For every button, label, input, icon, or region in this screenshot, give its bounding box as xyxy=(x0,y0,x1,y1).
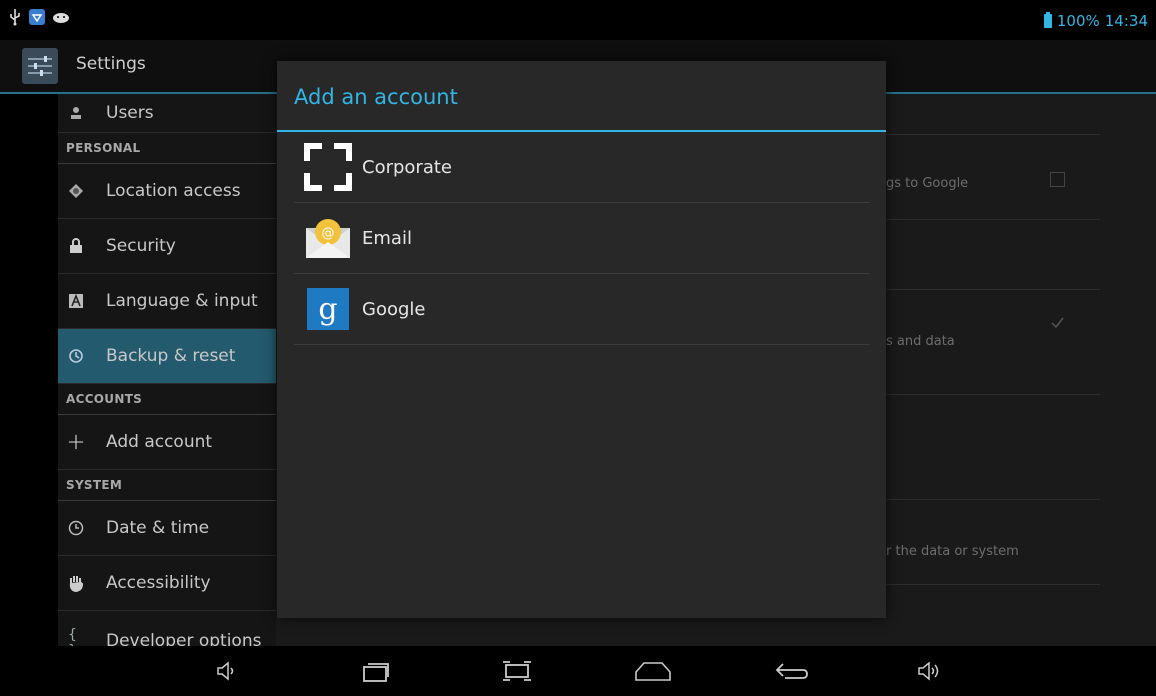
settings-item-label: Developer options xyxy=(106,631,262,646)
shield-notification-icon xyxy=(29,9,45,25)
battery-icon xyxy=(1043,12,1052,28)
divider xyxy=(876,584,1100,585)
check-icon[interactable] xyxy=(1050,316,1064,330)
plus-icon xyxy=(68,434,84,450)
settings-item-language-input[interactable]: Language & input xyxy=(58,274,276,329)
navigation-bar xyxy=(0,646,1156,696)
email-icon: @ xyxy=(304,214,352,262)
settings-item-add-account[interactable]: Add account xyxy=(58,415,276,470)
lock-icon xyxy=(68,238,84,254)
battery-percentage: 100% xyxy=(1056,12,1100,30)
settings-item-label: Security xyxy=(106,236,176,256)
corporate-icon xyxy=(304,143,352,191)
language-icon xyxy=(68,293,84,309)
settings-item-backup-reset[interactable]: Backup & reset xyxy=(58,329,276,384)
home-icon[interactable] xyxy=(633,654,673,688)
google-icon: g xyxy=(304,285,352,333)
account-option-email[interactable]: @ Email xyxy=(294,203,869,274)
svg-text:@: @ xyxy=(322,226,335,241)
clock: 14:34 xyxy=(1104,12,1148,30)
settings-item-date-time[interactable]: Date & time xyxy=(58,501,276,556)
settings-item-label: Language & input xyxy=(106,291,258,311)
screenshot-icon[interactable] xyxy=(497,654,537,688)
svg-text:g: g xyxy=(318,292,337,327)
hand-icon xyxy=(68,575,84,592)
users-icon xyxy=(68,105,84,121)
dialog-title: Add an account xyxy=(294,85,458,109)
android-debug-icon xyxy=(53,13,69,23)
settings-item-label: Backup & reset xyxy=(106,346,236,366)
usb-icon xyxy=(10,9,20,26)
section-header-personal: PERSONAL xyxy=(58,133,276,164)
settings-item-accessibility[interactable]: Accessibility xyxy=(58,556,276,611)
backup-icon xyxy=(68,348,84,364)
detail-text-restore: s and data xyxy=(886,334,955,349)
account-option-label: Google xyxy=(362,298,426,320)
divider xyxy=(876,499,1100,500)
location-icon xyxy=(68,183,84,199)
settings-item-label: Location access xyxy=(106,181,241,201)
settings-item-developer-options[interactable]: { } Developer options xyxy=(58,611,276,646)
status-bar: 100% 14:34 xyxy=(0,0,1156,40)
backup-checkbox[interactable] xyxy=(1050,172,1065,187)
account-option-label: Corporate xyxy=(362,156,452,178)
settings-item-users[interactable]: Users xyxy=(58,94,276,133)
divider xyxy=(876,394,1100,395)
settings-item-location-access[interactable]: Location access xyxy=(58,164,276,219)
volume-down-icon[interactable] xyxy=(207,654,247,688)
action-bar-title: Settings xyxy=(76,54,146,74)
account-option-google[interactable]: g Google xyxy=(294,274,869,345)
detail-text-factory-reset: r the data or system xyxy=(886,544,1019,559)
status-right: 100% 14:34 xyxy=(1043,12,1148,30)
volume-up-icon[interactable] xyxy=(910,654,950,688)
settings-list: Users PERSONAL Location access Security … xyxy=(58,94,276,646)
divider xyxy=(876,134,1100,135)
clock-icon xyxy=(68,520,84,536)
account-option-corporate[interactable]: Corporate xyxy=(294,132,869,203)
section-header-system: SYSTEM xyxy=(58,470,276,501)
back-icon[interactable] xyxy=(772,654,812,688)
settings-item-security[interactable]: Security xyxy=(58,219,276,274)
divider xyxy=(876,219,1100,220)
recent-apps-icon[interactable] xyxy=(356,654,396,688)
account-option-label: Email xyxy=(362,227,412,249)
settings-item-label: Accessibility xyxy=(106,573,211,593)
braces-icon: { } xyxy=(68,627,77,646)
section-header-accounts: ACCOUNTS xyxy=(58,384,276,415)
detail-text-backup: gs to Google xyxy=(886,176,969,191)
add-account-dialog: Add an account Corporate @ Email g Googl… xyxy=(277,61,886,618)
settings-item-label: Add account xyxy=(106,432,213,452)
settings-item-label: Date & time xyxy=(106,518,210,538)
settings-app-icon[interactable] xyxy=(22,48,58,84)
settings-item-label: Users xyxy=(106,103,154,123)
divider xyxy=(876,289,1100,290)
